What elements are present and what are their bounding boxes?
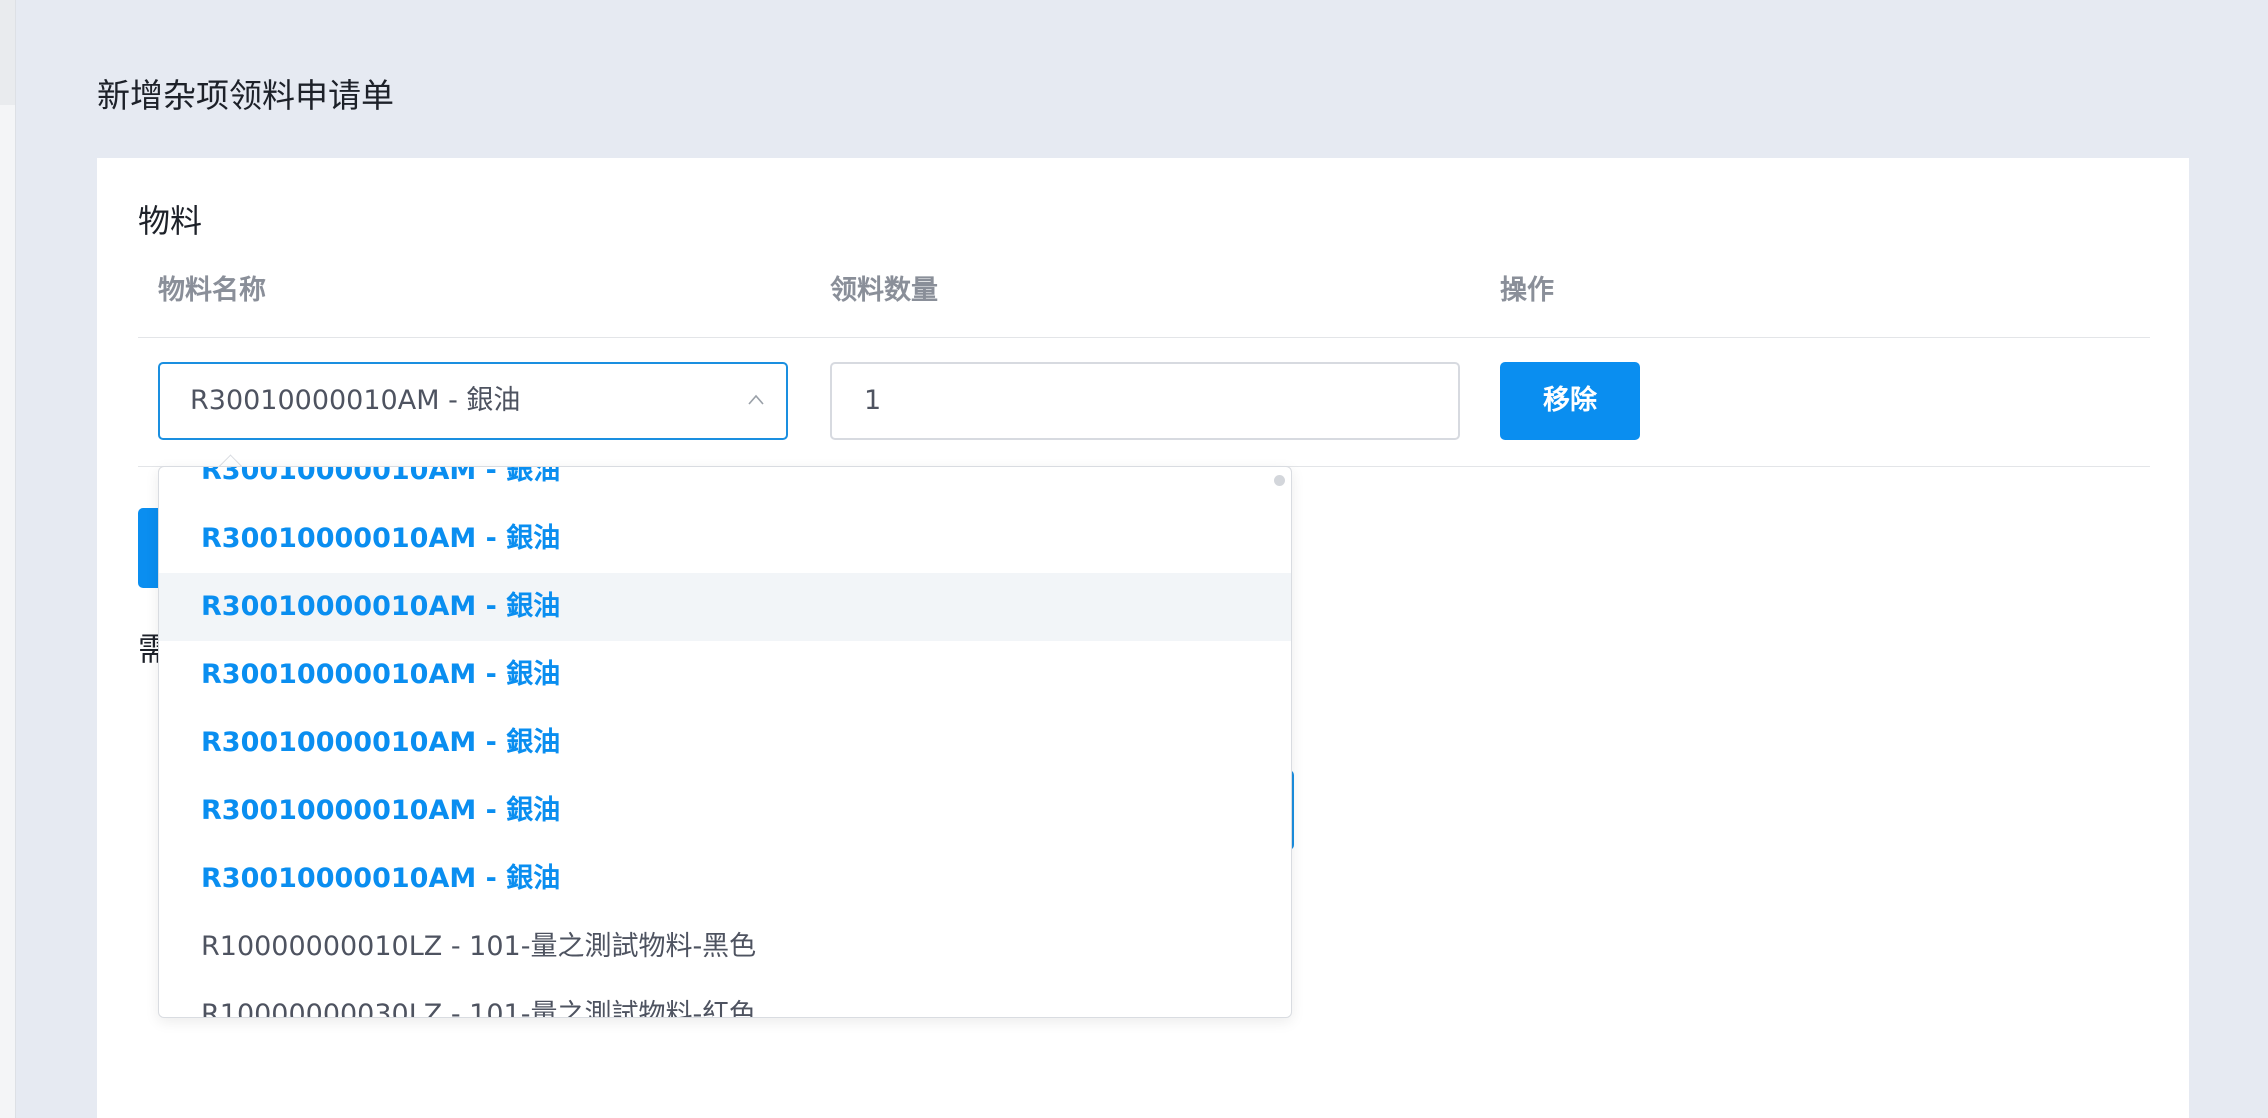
column-header-actions: 操作	[1500, 275, 1554, 306]
side-strip-top	[0, 0, 15, 105]
page-title: 新增杂项领料申请单	[97, 76, 394, 115]
column-header-quantity: 领料数量	[830, 275, 938, 306]
materials-section-title: 物料	[138, 202, 203, 240]
quantity-value: 1	[864, 385, 882, 416]
column-header-material-name: 物料名称	[158, 275, 266, 306]
dropdown-option[interactable]: R30010000010AM - 銀油	[159, 505, 1291, 573]
material-dropdown[interactable]: R30010000010AM - 銀油 R30010000010AM - 銀油 R3…	[158, 466, 1292, 1018]
dropdown-option[interactable]: R30010000010AM - 銀油	[159, 845, 1291, 913]
dropdown-scrollbar[interactable]	[1274, 475, 1285, 486]
dropdown-option[interactable]: R10000000030LZ - 101-量之測試物料-紅色	[159, 981, 1291, 1017]
remove-button[interactable]: 移除	[1500, 362, 1640, 440]
material-select-value: R30010000010AM - 銀油	[190, 385, 521, 416]
material-select[interactable]: R30010000010AM - 銀油	[158, 362, 788, 440]
chevron-up-icon	[748, 394, 764, 405]
dropdown-option[interactable]: R30010000010AM - 銀油	[159, 573, 1291, 641]
dropdown-option[interactable]: R30010000010AM - 銀油	[159, 467, 1291, 505]
dropdown-option[interactable]: R30010000010AM - 銀油	[159, 709, 1291, 777]
dropdown-option[interactable]: R30010000010AM - 銀油	[159, 777, 1291, 845]
side-strip	[0, 0, 16, 1118]
dropdown-option[interactable]: R30010000010AM - 銀油	[159, 641, 1291, 709]
table-header-divider	[138, 337, 2150, 338]
dropdown-option[interactable]: R10000000010LZ - 101-量之測試物料-黑色	[159, 913, 1291, 981]
dropdown-options-list: R30010000010AM - 銀油 R30010000010AM - 銀油 R3…	[159, 467, 1291, 1017]
requirement-label: 需	[138, 630, 160, 668]
quantity-input[interactable]: 1	[830, 362, 1460, 440]
